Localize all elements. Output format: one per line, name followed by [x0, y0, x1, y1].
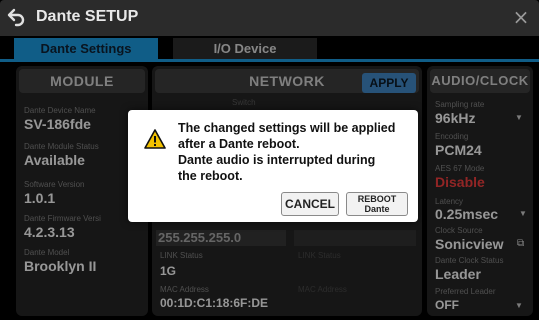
- dialog-message-line-2: after a Dante reboot.: [178, 137, 300, 151]
- reboot-button-line-2: Dante: [364, 204, 390, 214]
- warning-icon: [144, 128, 166, 150]
- dialog-message-line-1: The changed settings will be applied: [178, 121, 396, 135]
- cancel-button[interactable]: CANCEL: [281, 192, 339, 216]
- reboot-dante-button[interactable]: REBOOT Dante: [346, 192, 408, 216]
- window-title: Dante SETUP: [36, 8, 139, 25]
- dante-setup-window: Dante SETUP × Dante Settings I/O Device …: [0, 0, 539, 320]
- dialog-message: The changed settings will be applied aft…: [178, 120, 408, 184]
- dialog-message-line-4: the reboot.: [178, 169, 243, 183]
- close-icon[interactable]: ×: [509, 5, 533, 29]
- dialog-message-line-3: Dante audio is interrupted during: [178, 153, 376, 167]
- reboot-confirm-dialog: The changed settings will be applied aft…: [128, 110, 418, 222]
- reboot-button-line-1: REBOOT: [357, 194, 397, 204]
- title-bar: Dante SETUP ×: [0, 0, 539, 36]
- back-arrow-icon[interactable]: [6, 6, 28, 28]
